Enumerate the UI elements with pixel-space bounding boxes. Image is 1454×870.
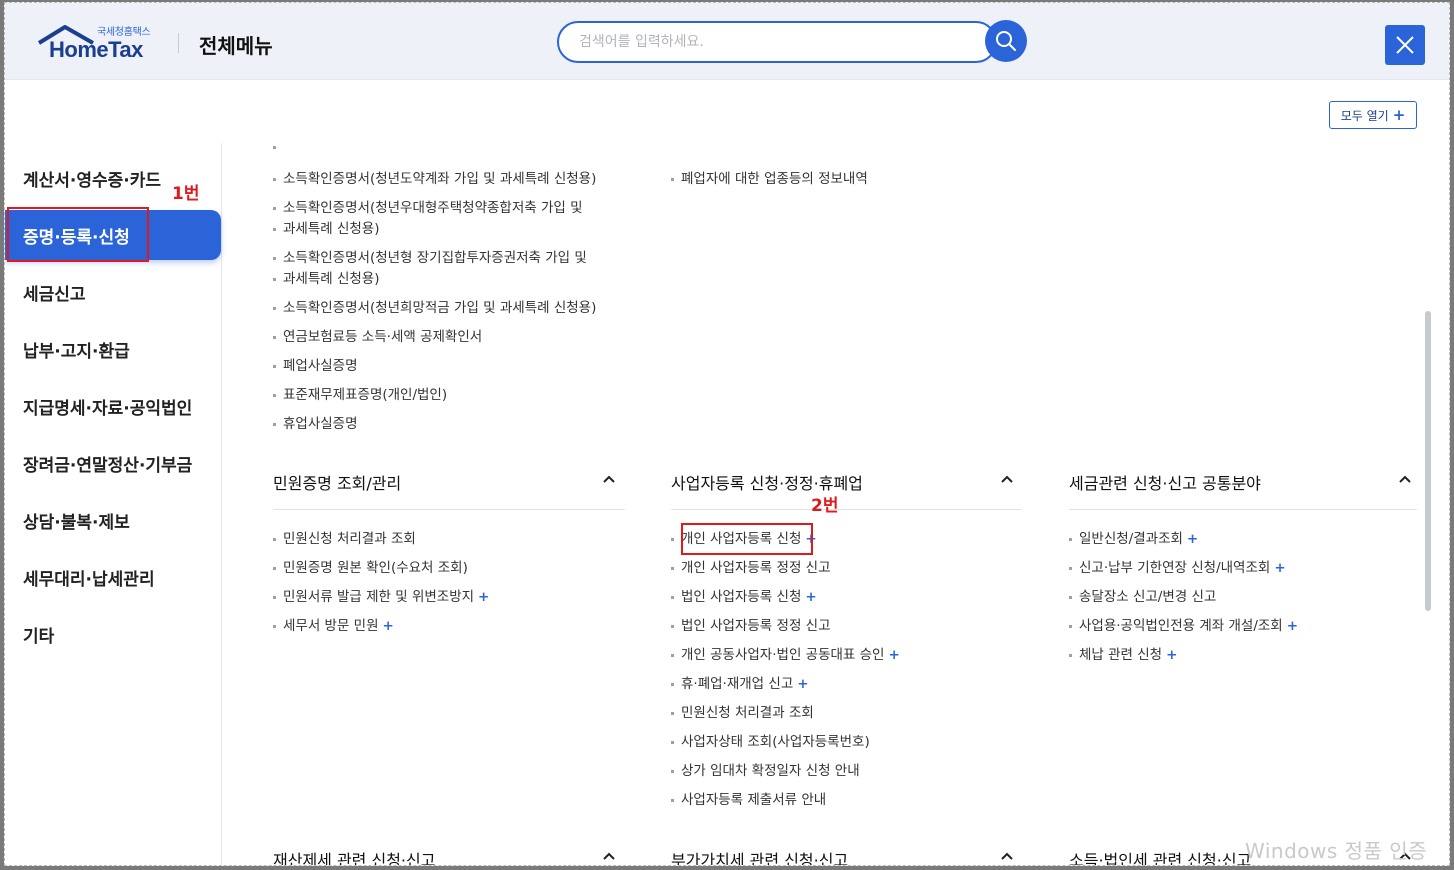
annotation-box-2: [681, 523, 813, 555]
annotation-box-1: [7, 207, 149, 262]
search-button[interactable]: [985, 20, 1027, 62]
list-item[interactable]: 사업자상태 조회(사업자등록번호): [671, 732, 874, 753]
list-item[interactable]: 개인 공동사업자·법인 공동대표 승인 +: [671, 645, 900, 666]
list-item[interactable]: 소득확인증명서(청년형 장기집합투자증권저축 가입 및: [273, 248, 587, 269]
sidebar-item-etc[interactable]: 기타: [5, 609, 222, 659]
chevron-up-icon[interactable]: [999, 848, 1015, 864]
section-title-vat[interactable]: 부가가치세 관련 신청·신고: [671, 847, 848, 865]
list-item[interactable]: 신고·납부 기한연장 신청/내역조회 +: [1069, 558, 1286, 579]
section-divider: [671, 509, 1021, 510]
sidebar-item-label: 지급명세·자료·공익법인: [23, 398, 193, 419]
logo-subtitle: 국세청홈택스: [97, 27, 151, 38]
expand-all-label: 모두 열기: [1340, 108, 1389, 123]
section-divider: [1069, 509, 1417, 510]
sidebar-item-consulting[interactable]: 상담·불복·제보: [5, 495, 222, 545]
expand-all-button[interactable]: 모두 열기 +: [1329, 101, 1417, 129]
sidebar-item-label: 납부·고지·환급: [23, 341, 130, 362]
list-item[interactable]: 일반신청/결과조회 +: [1069, 529, 1198, 550]
list-item[interactable]: 사업용·공익법인전용 계좌 개설/조회 +: [1069, 616, 1298, 637]
sidebar-item-statements[interactable]: 지급명세·자료·공익법인: [5, 381, 222, 431]
list-item-clipped: [273, 143, 287, 158]
windows-activation-watermark: Windows 정품 인증: [1245, 839, 1428, 863]
list-item[interactable]: 휴업사실증명: [273, 414, 358, 435]
list-item-continued[interactable]: 과세특례 신청용): [273, 219, 380, 240]
sidebar-item-label: 기타: [23, 626, 55, 647]
header: 국세청홈택스 HomeTax 전체메뉴: [5, 3, 1449, 80]
sidebar-item-label: 세금신고: [23, 284, 86, 305]
sidebar-item-label: 상담·불복·제보: [23, 512, 130, 533]
chevron-up-icon[interactable]: [1397, 471, 1413, 487]
search-icon: [996, 31, 1016, 51]
list-item[interactable]: 개인 사업자등록 정정 신고: [671, 558, 835, 579]
menu-content: 소득확인증명서(청년도약계좌 가입 및 과세특례 신청용) 소득확인증명서(청년…: [223, 143, 1423, 865]
chevron-up-icon[interactable]: [601, 848, 617, 864]
section-title-property-tax[interactable]: 재산제세 관련 신청·신고: [273, 847, 435, 865]
list-item[interactable]: 체납 관련 신청 +: [1069, 645, 1177, 666]
list-item[interactable]: 소득확인증명서(청년도약계좌 가입 및 과세특례 신청용): [273, 169, 596, 190]
section-title-common-tax[interactable]: 세금관련 신청·신고 공통분야: [1069, 470, 1261, 494]
vertical-scrollbar[interactable]: [1425, 311, 1431, 611]
list-item[interactable]: 민원신청 처리결과 조회: [671, 703, 818, 724]
list-item[interactable]: 사업자등록 제출서류 안내: [671, 790, 830, 811]
list-item[interactable]: 연금보험료등 소득·세액 공제확인서: [273, 327, 482, 348]
sidebar-item-tax-agent[interactable]: 세무대리·납세관리: [5, 552, 222, 602]
list-item[interactable]: 법인 사업자등록 정정 신고: [671, 616, 835, 637]
list-item[interactable]: 민원증명 원본 확인(수요처 조회): [273, 558, 472, 579]
header-divider: [178, 33, 179, 53]
list-item-continued[interactable]: 과세특례 신청용): [273, 269, 380, 290]
annotation-label-2: 2번: [811, 496, 839, 516]
logo-text: HomeTax: [49, 37, 143, 62]
sidebar-item-tax-filing[interactable]: 세금신고: [5, 267, 222, 317]
search-box: [557, 21, 997, 63]
list-item[interactable]: 송달장소 신고/변경 신고: [1069, 587, 1220, 608]
list-item[interactable]: 상가 임대차 확정일자 신청 안내: [671, 761, 864, 782]
sidebar-item-label: 계산서·영수증·카드: [23, 170, 162, 191]
sidebar-item-label: 장려금·연말정산·기부금: [23, 455, 193, 476]
list-item[interactable]: 민원신청 처리결과 조회: [273, 529, 420, 550]
page-title: 전체메뉴: [199, 34, 273, 58]
sidebar-item-incentives[interactable]: 장려금·연말정산·기부금: [5, 438, 222, 488]
list-item[interactable]: 폐업자에 대한 업종등의 정보내역: [671, 169, 868, 190]
sidebar-item-label: 세무대리·납세관리: [23, 569, 155, 590]
list-item[interactable]: 표준재무제표증명(개인/법인): [273, 385, 447, 406]
section-title-income-corp-tax[interactable]: 소득·법인세 관련 신청·신고: [1069, 847, 1251, 865]
list-item[interactable]: 법인 사업자등록 신청 +: [671, 587, 817, 608]
list-item[interactable]: 소득확인증명서(청년우대형주택청약종합저축 가입 및: [273, 198, 583, 219]
list-item[interactable]: 세무서 방문 민원 +: [273, 616, 394, 637]
section-divider: [273, 509, 625, 510]
full-menu-window: 국세청홈택스 HomeTax 전체메뉴 모두 열기 + 계산서·영수증·카드 증…: [4, 2, 1450, 866]
annotation-label-1: 1번: [172, 184, 200, 204]
plus-icon: +: [1392, 106, 1406, 124]
sidebar-item-payment[interactable]: 납부·고지·환급: [5, 324, 222, 374]
close-icon: [1396, 36, 1414, 54]
search-input[interactable]: [559, 23, 959, 61]
list-item[interactable]: 민원서류 발급 제한 및 위변조방지 +: [273, 587, 489, 608]
list-item[interactable]: 휴·폐업·재개업 신고 +: [671, 674, 809, 695]
chevron-up-icon[interactable]: [601, 471, 617, 487]
close-button[interactable]: [1385, 25, 1425, 65]
chevron-up-icon[interactable]: [999, 471, 1015, 487]
list-item[interactable]: 소득확인증명서(청년희망적금 가입 및 과세특례 신청용): [273, 298, 596, 319]
hometax-logo[interactable]: 국세청홈택스 HomeTax: [37, 23, 167, 67]
section-title-civil-certs[interactable]: 민원증명 조회/관리: [273, 470, 401, 494]
list-item[interactable]: 폐업사실증명: [273, 356, 358, 377]
